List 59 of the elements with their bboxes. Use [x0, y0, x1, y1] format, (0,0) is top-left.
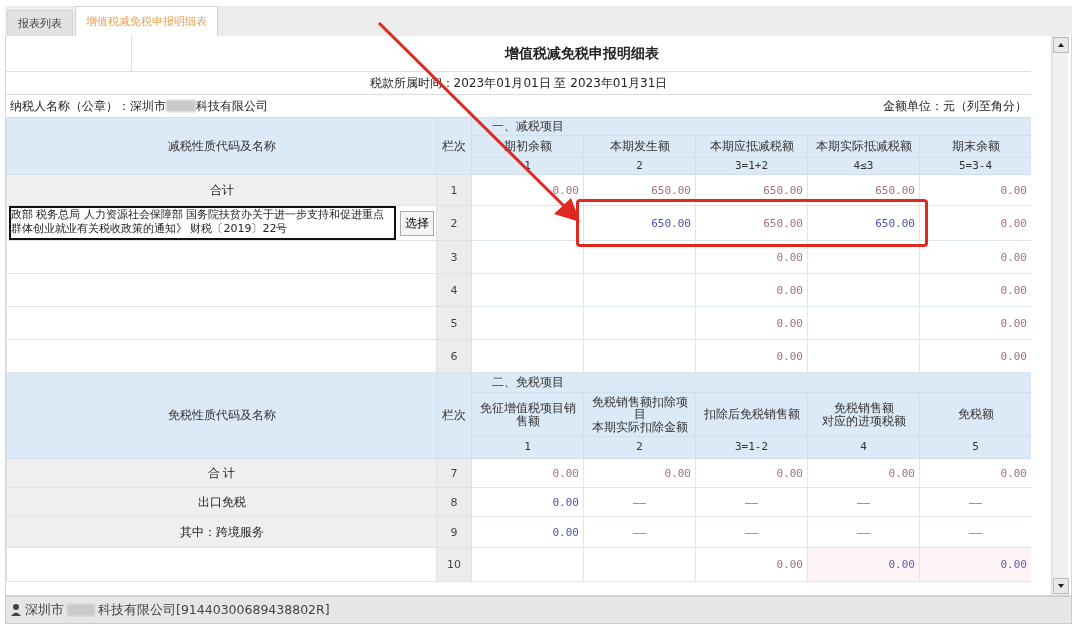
table-cell: —— — [919, 487, 1031, 517]
taxpayer-name: 科技有限公司 — [196, 97, 268, 115]
table-cell: 0.00 — [695, 547, 808, 582]
value-field[interactable]: 0.00 — [471, 516, 584, 548]
column-header: 栏次 — [436, 372, 472, 459]
row-label: 其中：跨境服务 — [6, 516, 437, 548]
amount-unit: 金额单位：元（列至角分） — [883, 97, 1027, 115]
column-header: 免税销售额扣除项目 本期实际扣除金额 — [583, 392, 696, 437]
table-cell: 0.00 — [919, 174, 1031, 206]
table-cell: 0.00 — [919, 273, 1031, 307]
company-name: 深圳市 — [25, 601, 64, 619]
redaction-mark — [166, 100, 196, 112]
column-header: 栏次 — [436, 117, 472, 175]
column-header: 免税销售额 对应的进项税额 — [807, 392, 920, 437]
section-title: 二、免税项目 — [471, 372, 1031, 393]
scroll-down-icon[interactable] — [1053, 578, 1069, 594]
taxpayer-label: 纳税人名称（公章）：深圳市 — [10, 97, 166, 115]
row-label: 出口免税 — [6, 487, 437, 517]
value-field[interactable]: 0.00 — [919, 547, 1031, 582]
section-title: 一、减税项目 — [471, 117, 1031, 136]
redaction-mark — [67, 604, 95, 616]
table-cell: —— — [807, 487, 920, 517]
user-icon — [10, 603, 22, 617]
row-label: 合 计 — [6, 458, 437, 488]
table-cell: —— — [807, 516, 920, 548]
tax-item-field[interactable]: 政部 税务总局 人力资源社会保障部 国务院扶贫办关于进一步支持和促进重点群体创业就业有关税收政策的通知》 财税〔2019〕22号 — [9, 206, 396, 240]
table-cell: —— — [695, 516, 808, 548]
table-cell: 650.00 — [695, 205, 808, 241]
form-title: 增值税减免税申报明细表 — [503, 43, 660, 63]
row-label: 合计 — [6, 174, 437, 206]
table-cell: 0.00 — [695, 339, 808, 373]
column-header: 免征增值税项目销售额 — [471, 392, 584, 437]
table-cell: 0.00 — [807, 458, 920, 488]
table-cell: 0.00 — [919, 240, 1031, 274]
scrollbar[interactable] — [1051, 36, 1068, 595]
company-id: 科技有限公司[91440300689438802R] — [98, 601, 330, 619]
table-cell: 0.00 — [583, 458, 696, 488]
table-cell: —— — [919, 516, 1031, 548]
table-cell: 0.00 — [919, 306, 1031, 340]
value-field[interactable]: 650.00 — [583, 205, 696, 241]
table-cell: 0.00 — [695, 273, 808, 307]
table-cell: 0.00 — [695, 458, 808, 488]
column-header: 免税额 — [919, 392, 1031, 437]
table-cell: 0.00 — [919, 458, 1031, 488]
value-field[interactable]: 0.00 — [807, 547, 920, 582]
tab[interactable]: 报表列表 — [7, 10, 73, 36]
table-cell: 0.00 — [471, 458, 584, 488]
select-button[interactable]: 选择 — [400, 210, 434, 236]
value-field[interactable]: 650.00 — [807, 205, 920, 241]
table-cell: —— — [583, 516, 696, 548]
table-cell: 0.00 — [919, 339, 1031, 373]
column-header: 减税性质代码及名称 — [6, 117, 437, 175]
table-cell: 0.00 — [695, 306, 808, 340]
table-cell: —— — [583, 487, 696, 517]
column-header: 扣除后免税销售额 — [695, 392, 808, 437]
value-field[interactable]: 0.00 — [471, 487, 584, 517]
table-cell: —— — [695, 487, 808, 517]
scroll-up-icon[interactable] — [1053, 37, 1069, 53]
column-header: 免税性质代码及名称 — [6, 372, 437, 459]
